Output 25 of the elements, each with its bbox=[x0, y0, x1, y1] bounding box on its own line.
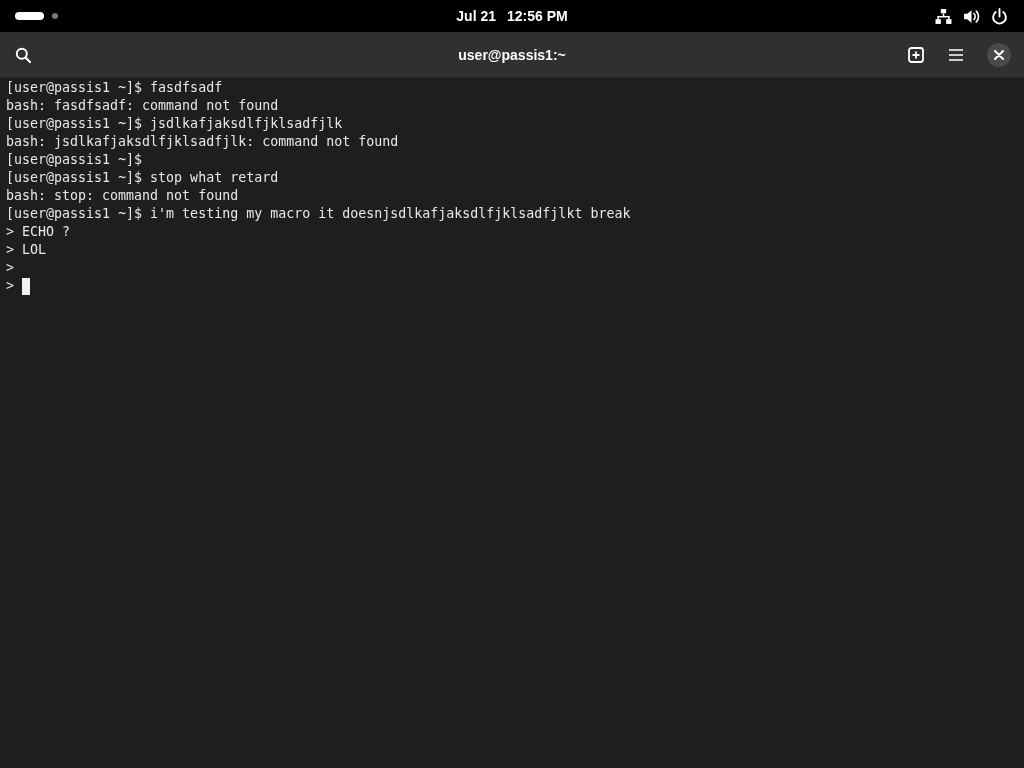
terminal-line: bash: fasdfsadf: command not found bbox=[6, 97, 279, 115]
terminal-line: [user@passis1 ~]$ fasdfsadf bbox=[6, 79, 223, 97]
search-icon bbox=[15, 46, 31, 63]
plus-square-icon bbox=[908, 46, 924, 63]
close-button[interactable] bbox=[987, 42, 1011, 67]
menu-icon bbox=[948, 46, 964, 63]
network-icon[interactable] bbox=[935, 7, 952, 25]
terminal-line: > bbox=[6, 277, 15, 295]
terminal-line: [user@passis1 ~]$ jsdlkafjaksdlfjklsadfjlk bbox=[6, 115, 343, 133]
terminal-line: > ECHO ? bbox=[6, 223, 71, 241]
speaker-icon[interactable] bbox=[963, 7, 980, 25]
close-icon bbox=[994, 49, 1004, 60]
terminal-line: bash: stop: command not found bbox=[6, 187, 239, 205]
time-text: 12:56 PM bbox=[507, 8, 568, 24]
workspace-indicator-pill[interactable] bbox=[15, 12, 44, 20]
terminal-line: [user@passis1 ~]$ stop what retard bbox=[6, 169, 279, 187]
terminal-line: [user@passis1 ~]$ i'm testing my macro it doesnjsdlkafjaksdlfjklsadfjlkt break bbox=[6, 205, 631, 223]
terminal-line: bash: jsdlkafjaksdlfjklsadfjlk: command not found bbox=[6, 133, 399, 151]
power-icon[interactable] bbox=[991, 7, 1008, 25]
terminal-line: > LOL bbox=[6, 241, 47, 259]
terminal-line: [user@passis1 ~]$ bbox=[6, 151, 143, 169]
date-text: Jul 21 bbox=[456, 8, 496, 24]
window-title: user@passis1:~ bbox=[458, 46, 566, 63]
terminal-line: > bbox=[6, 259, 14, 277]
workspace-indicator-dot[interactable] bbox=[52, 13, 58, 19]
